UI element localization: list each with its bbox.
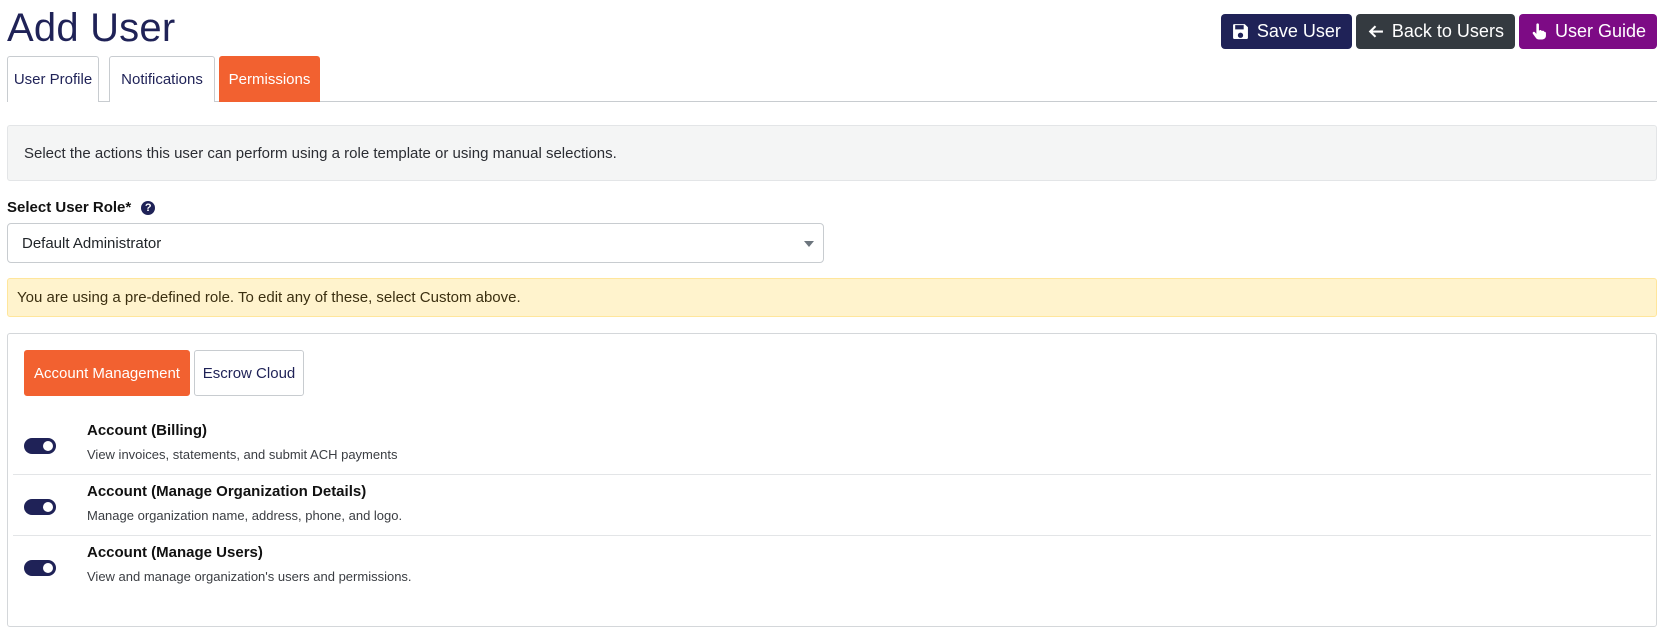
user-guide-label: User Guide	[1554, 21, 1646, 41]
user-tabs: User Profile Notifications Permissions	[7, 56, 1657, 102]
subtab-escrow-cloud[interactable]: Escrow Cloud	[194, 350, 304, 396]
permission-toggle-organization-details[interactable]	[24, 499, 56, 515]
predefined-role-warning: You are using a pre-defined role. To edi…	[7, 278, 1657, 317]
user-role-label: Select User Role* ?	[7, 199, 156, 216]
user-role-label-text: Select User Role*	[7, 199, 132, 216]
permission-description: View invoices, statements, and submit AC…	[87, 447, 398, 462]
user-guide-button[interactable]: User Guide	[1518, 14, 1657, 49]
tab-user-profile[interactable]: User Profile	[7, 56, 99, 102]
caret-down-icon	[804, 241, 814, 247]
user-role-select[interactable]: Default Administrator	[7, 223, 824, 263]
tab-notifications[interactable]: Notifications	[109, 56, 215, 102]
permission-title: Account (Manage Organization Details)	[87, 483, 367, 500]
pointer-hand-icon	[1532, 23, 1546, 40]
save-user-label: Save User	[1256, 21, 1341, 41]
permissions-panel: Account Management Escrow Cloud Account …	[7, 333, 1657, 627]
save-icon	[1232, 24, 1248, 39]
user-role-selected-value: Default Administrator	[22, 234, 162, 252]
question-circle-icon[interactable]: ?	[141, 200, 156, 215]
permissions-info: Select the actions this user can perform…	[7, 125, 1657, 181]
permission-row: Account (Manage Organization Details) Ma…	[13, 475, 1651, 536]
permissions-info-text: Select the actions this user can perform…	[24, 144, 617, 162]
header-actions: Save User Back to Users User Guide	[1220, 14, 1657, 49]
subtab-account-management[interactable]: Account Management	[24, 350, 190, 396]
permission-description: Manage organization name, address, phone…	[87, 508, 403, 523]
predefined-role-warning-text: You are using a pre-defined role. To edi…	[17, 289, 521, 306]
permission-description: View and manage organization's users and…	[87, 569, 412, 584]
permission-row: Account (Manage Users) View and manage o…	[13, 536, 1651, 597]
permission-toggle-manage-users[interactable]	[24, 560, 56, 576]
permission-title: Account (Billing)	[87, 422, 207, 439]
back-to-users-label: Back to Users	[1391, 21, 1504, 41]
permission-row: Account (Billing) View invoices, stateme…	[13, 414, 1651, 475]
page-title: Add User	[7, 6, 176, 50]
tab-permissions[interactable]: Permissions	[219, 56, 320, 102]
save-user-button[interactable]: Save User	[1220, 14, 1352, 49]
permission-toggle-billing[interactable]	[24, 438, 56, 454]
arrow-left-icon	[1368, 25, 1383, 38]
permission-title: Account (Manage Users)	[87, 544, 263, 561]
back-to-users-button[interactable]: Back to Users	[1355, 14, 1515, 49]
